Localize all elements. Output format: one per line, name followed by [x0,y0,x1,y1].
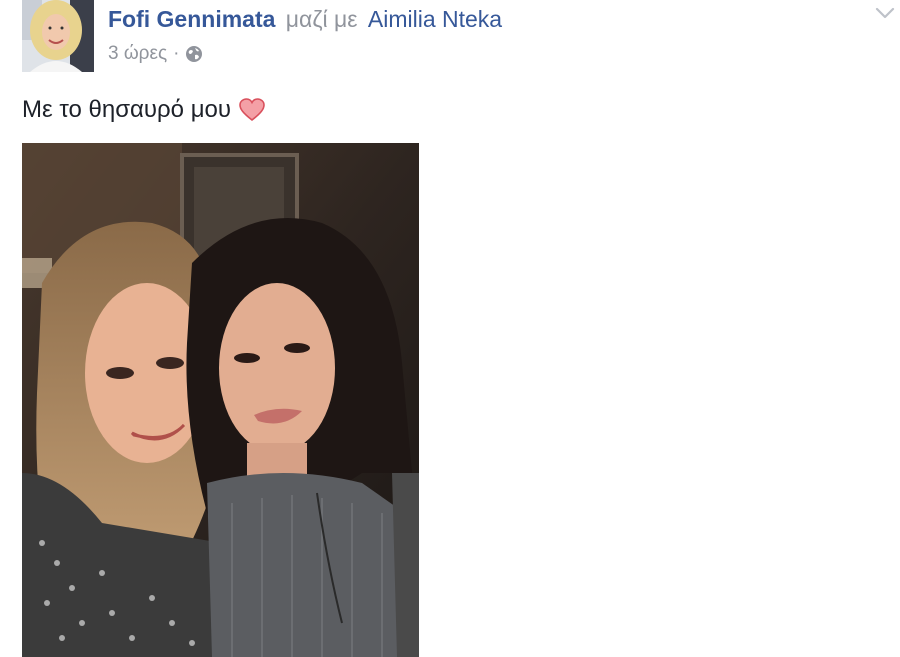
post-text: Με το θησαυρό μου [22,94,265,126]
post-timestamp[interactable]: 3 ώρες [108,42,167,66]
post-header: Fofi Gennimata μαζί με Aimilia Nteka [108,4,502,34]
author-name-link[interactable]: Fofi Gennimata [108,6,275,32]
meta-separator: · [173,43,180,64]
facebook-post: Fofi Gennimata μαζί με Aimilia Nteka 3 ώ… [0,0,900,657]
avatar-image [22,0,94,72]
with-text: μαζί με [285,6,358,32]
post-meta: 3 ώρες · [108,42,203,66]
post-text-content: Με το θησαυρό μου [22,96,231,123]
globe-icon[interactable] [185,45,203,63]
heart-icon [239,98,265,122]
author-avatar[interactable] [22,0,94,72]
post-photo[interactable] [22,143,419,657]
tagged-person-link[interactable]: Aimilia Nteka [368,6,502,32]
photo-image [22,143,419,657]
chevron-down-icon[interactable] [874,4,896,22]
